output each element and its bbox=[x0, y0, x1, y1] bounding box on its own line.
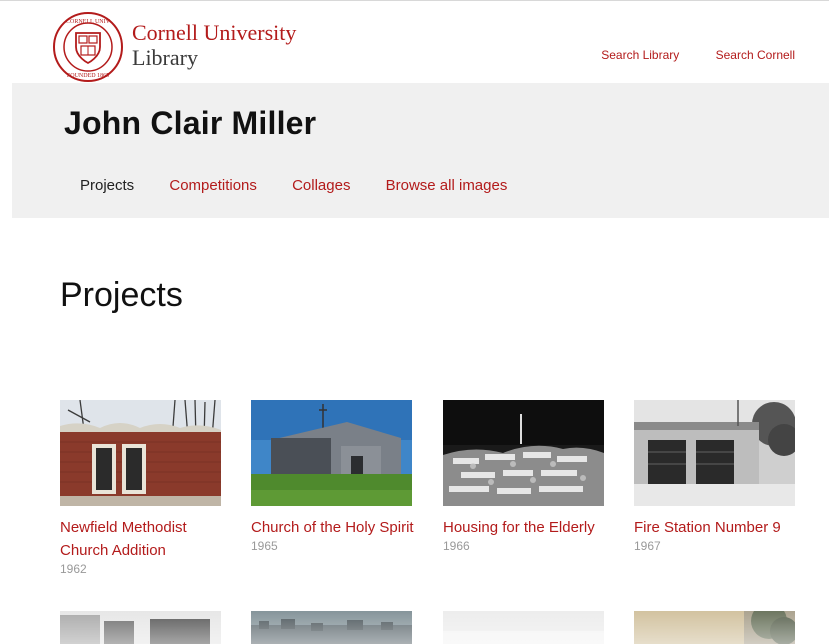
project-title-link[interactable]: Housing for the Elderly bbox=[443, 516, 613, 539]
project-thumbnail[interactable] bbox=[443, 400, 604, 506]
project-title-link[interactable]: Fire Station Number 9 bbox=[634, 516, 804, 539]
project-card: Newfield Methodist Church Addition 1962 bbox=[60, 400, 230, 576]
main-nav: Projects Competitions Collages Browse al… bbox=[80, 177, 538, 194]
page-title: John Clair Miller bbox=[64, 105, 317, 141]
cornell-logo[interactable]: CORNELL UNIV FOUNDED 1865 Cornell Univer… bbox=[52, 11, 302, 83]
project-year: 1962 bbox=[60, 562, 87, 576]
nav-competitions[interactable]: Competitions bbox=[169, 177, 257, 194]
logo-line-library: Library bbox=[132, 45, 198, 70]
project-year: 1965 bbox=[251, 539, 278, 553]
project-thumbnail[interactable] bbox=[251, 400, 412, 506]
project-card: Church of the Holy Spirit 1965 bbox=[251, 400, 421, 553]
project-thumbnail[interactable] bbox=[443, 611, 604, 644]
logo-line-university: Cornell University bbox=[132, 20, 297, 45]
search-cornell-link[interactable]: Search Cornell bbox=[716, 48, 795, 62]
project-title-link[interactable]: Newfield Methodist Church Addition bbox=[60, 516, 230, 562]
svg-text:CORNELL UNIV: CORNELL UNIV bbox=[66, 19, 111, 25]
project-year: 1967 bbox=[634, 539, 661, 553]
project-card: Housing for the Elderly 1966 bbox=[443, 400, 613, 553]
project-thumbnail[interactable] bbox=[60, 400, 221, 506]
project-thumbnail[interactable] bbox=[251, 611, 412, 644]
cornell-seal-icon: CORNELL UNIV FOUNDED 1865 bbox=[53, 12, 123, 82]
nav-projects[interactable]: Projects bbox=[80, 177, 134, 194]
logo-wordmark: Cornell University Library bbox=[132, 20, 296, 70]
nav-collages[interactable]: Collages bbox=[292, 177, 350, 194]
title-band: John Clair Miller Projects Competitions … bbox=[12, 83, 829, 218]
project-thumbnail[interactable] bbox=[634, 611, 795, 644]
utility-links: Search Library Search Cornell bbox=[568, 48, 795, 62]
svg-text:FOUNDED 1865: FOUNDED 1865 bbox=[67, 73, 109, 79]
site-header: CORNELL UNIV FOUNDED 1865 Cornell Univer… bbox=[0, 5, 829, 83]
project-thumbnail[interactable] bbox=[634, 400, 795, 506]
project-thumbnail[interactable] bbox=[60, 611, 221, 644]
section-title: Projects bbox=[60, 276, 183, 314]
search-library-link[interactable]: Search Library bbox=[601, 48, 679, 62]
nav-browse-all-images[interactable]: Browse all images bbox=[386, 177, 508, 194]
project-card: Fire Station Number 9 1967 bbox=[634, 400, 804, 553]
project-year: 1966 bbox=[443, 539, 470, 553]
project-title-link[interactable]: Church of the Holy Spirit bbox=[251, 516, 421, 539]
